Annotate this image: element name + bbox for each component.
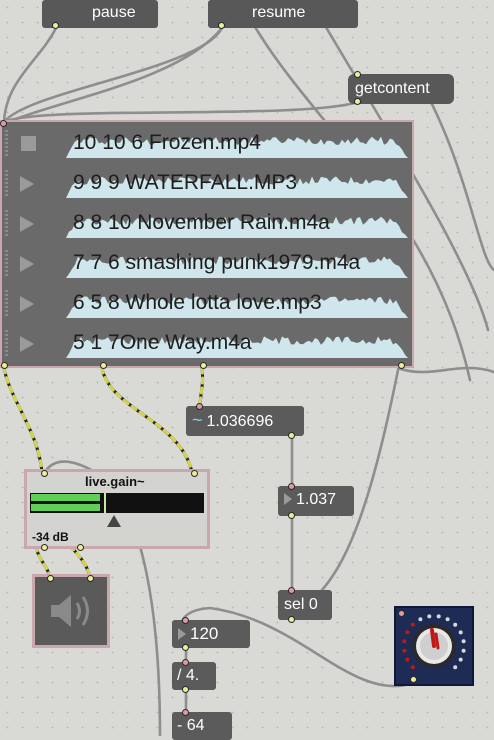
inlet-dot [182, 617, 189, 624]
drag-handle-icon[interactable] [5, 210, 8, 236]
outlet-dot [288, 616, 295, 623]
outlet-dot [288, 432, 295, 439]
live-gain-title: live.gain~ [85, 474, 145, 489]
drag-handle-icon[interactable] [5, 170, 8, 196]
divide-label: / 4. [177, 667, 200, 684]
dial-knob-icon [402, 614, 466, 670]
playlist-row[interactable]: 6 5 8 Whole lotta love.mp3 [2, 284, 412, 322]
stop-icon[interactable] [21, 136, 36, 151]
getcontent-message-label: getcontent [355, 80, 430, 97]
divide-object[interactable]: / 4. [172, 659, 216, 693]
playlist-item-label: 10 10 6 Frozen.mp4 [73, 131, 261, 154]
drag-handle-icon[interactable] [5, 330, 8, 356]
playlist-item-label: 9 9 9 WATERFALL.MP3 [73, 171, 298, 194]
meter-left [31, 494, 100, 501]
meter-peak [104, 493, 106, 513]
pause-message-label: pause [92, 4, 136, 21]
inlet-dot [182, 709, 189, 716]
playlist-item-label: 5 1 7One Way.m4a [73, 331, 252, 354]
outlet-dot [41, 544, 48, 551]
triangle-icon [284, 493, 292, 505]
pause-message[interactable]: pause [42, 0, 158, 29]
float-value: 1.036696 [206, 413, 274, 430]
gain-slider-handle[interactable] [107, 515, 121, 527]
playlist-row[interactable]: 7 7 6 smashing punk1979.m4a [2, 244, 412, 282]
resume-message[interactable]: resume [208, 0, 358, 29]
tempo-value: 120 [190, 624, 219, 643]
inlet-dot [182, 659, 189, 666]
outlet-dot [218, 22, 225, 29]
playlist[interactable]: 10 10 6 Frozen.mp4 9 9 9 WATERFALL.MP3 8 8… [0, 120, 414, 369]
play-icon[interactable] [20, 296, 34, 312]
playlist-item-label: 8 8 10 November Rain.m4a [73, 211, 330, 234]
play-icon[interactable] [20, 176, 34, 192]
tilde-icon: ~ [192, 410, 203, 430]
outlet-dot [182, 644, 189, 651]
inlet-dot [288, 587, 295, 594]
outlet-dot [354, 98, 361, 105]
inlet-dot [191, 470, 198, 477]
outlet-dot [52, 22, 59, 29]
meter-track [30, 493, 204, 513]
sel-label: sel 0 [284, 596, 318, 613]
getcontent-message[interactable]: getcontent [348, 71, 454, 105]
tempo-number-box[interactable]: 120 [172, 617, 250, 651]
tempo-dial[interactable] [394, 606, 474, 686]
outlet-dot [100, 362, 107, 369]
playlist-row[interactable]: 9 9 9 WATERFALL.MP3 [2, 164, 412, 202]
outlet-dot [288, 512, 295, 519]
playlist-item-label: 6 5 8 Whole lotta love.mp3 [73, 291, 322, 314]
sel-object[interactable]: sel 0 [278, 587, 332, 623]
inlet-dot [288, 483, 295, 490]
outlet-dot [182, 686, 189, 693]
play-icon[interactable] [20, 256, 34, 272]
drag-handle-icon[interactable] [5, 250, 8, 276]
inlet-dot [196, 403, 203, 410]
outlet-dot [200, 362, 207, 369]
playlist-row[interactable]: 5 1 7One Way.m4a [2, 324, 412, 362]
playlist-item-label: 7 7 6 smashing punk1979.m4a [73, 251, 361, 274]
live-gain[interactable]: live.gain~ -34 dB [24, 469, 210, 551]
ezdac-speaker[interactable] [32, 574, 110, 648]
float-number-box[interactable]: ~1.036696 [186, 403, 304, 439]
triangle-icon [178, 628, 186, 640]
playlist-row[interactable]: 10 10 6 Frozen.mp4 [2, 124, 412, 162]
inlet-dot [354, 71, 361, 78]
outlet-dot [398, 362, 405, 369]
play-icon[interactable] [20, 216, 34, 232]
speaker-icon [51, 595, 89, 627]
outlet-dot [1, 362, 8, 369]
number-value: 1.037 [296, 491, 337, 508]
drag-handle-icon[interactable] [5, 130, 8, 156]
meter-right [31, 504, 100, 511]
outlet-dot [77, 544, 84, 551]
resume-message-label: resume [252, 4, 306, 21]
inlet-dot [41, 470, 48, 477]
gain-value: -34 dB [32, 530, 69, 544]
number-box-rounded[interactable]: 1.037 [278, 483, 354, 519]
subtract-label: - 64 [177, 717, 205, 734]
drag-handle-icon[interactable] [5, 290, 8, 316]
play-icon[interactable] [20, 336, 34, 352]
playlist-row[interactable]: 8 8 10 November Rain.m4a [2, 204, 412, 242]
